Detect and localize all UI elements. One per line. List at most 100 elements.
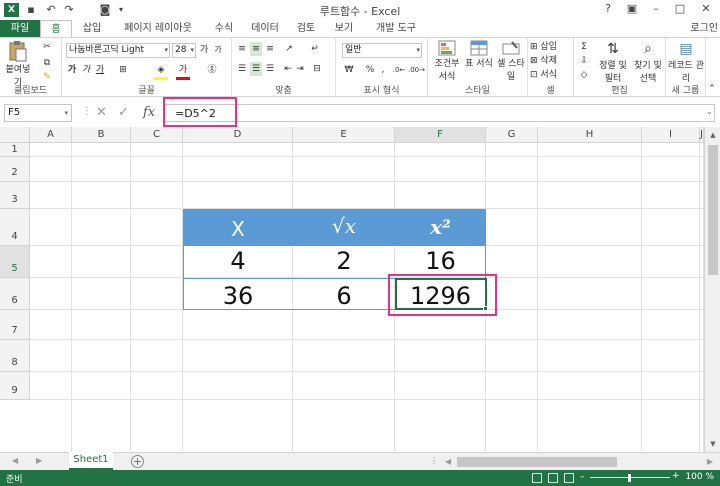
header-x-squared[interactable]: x² [395, 215, 486, 239]
row-header-7[interactable]: 7 [0, 310, 30, 340]
format-as-table-button[interactable]: 표 서식 [464, 40, 494, 69]
prev-sheet-icon[interactable]: ◀ [12, 456, 18, 465]
delete-cells-button[interactable]: ⊠ 삭제 [530, 54, 574, 68]
scroll-left-icon[interactable]: ◀ [445, 457, 451, 466]
cell-styles-button[interactable]: 셀 스타일 [496, 40, 526, 82]
row-header-3[interactable]: 3 [0, 182, 30, 209]
row-header-9[interactable]: 9 [0, 372, 30, 400]
paste-button[interactable]: 붙여넣기 [2, 40, 34, 88]
scroll-down-icon[interactable]: ▼ [705, 440, 720, 448]
cell-d5[interactable]: 36 [183, 282, 293, 310]
maximize-icon[interactable]: □ [668, 1, 692, 17]
format-painter-icon[interactable]: ✎ [40, 70, 54, 84]
vertical-scroll-thumb[interactable] [708, 145, 718, 275]
horizontal-scrollbar[interactable]: ◀ ▶ [443, 456, 715, 468]
autosum-icon[interactable]: Σ [578, 40, 590, 54]
expand-formula-bar-icon[interactable]: ⌄ [706, 107, 713, 116]
insert-function-button[interactable]: fx [143, 105, 155, 120]
decrease-decimal-icon[interactable]: .00→ [408, 63, 425, 77]
column-header-a[interactable]: A [30, 127, 72, 143]
scroll-right-icon[interactable]: ▶ [707, 457, 713, 466]
cell-e4[interactable]: 2 [293, 247, 395, 275]
clear-icon[interactable]: ◇ [578, 68, 590, 82]
enter-icon[interactable]: ✓ [118, 105, 129, 120]
column-header-d[interactable]: D [183, 127, 293, 143]
tab-data[interactable]: 데이터 [242, 20, 288, 38]
column-header-e[interactable]: E [293, 127, 395, 143]
collapse-ribbon-icon[interactable]: ⌃ [706, 82, 718, 96]
page-break-view-icon[interactable] [564, 473, 574, 483]
scroll-up-icon[interactable]: ▲ [705, 131, 720, 139]
horizontal-scroll-thumb[interactable] [457, 457, 617, 467]
comma-button[interactable]: , [378, 63, 388, 77]
font-size-select[interactable]: 28 ▾ [172, 43, 196, 58]
font-name-select[interactable]: 나눔바른고딕 Light ▾ [66, 43, 170, 58]
phonetic-icon[interactable]: ⓖ [206, 63, 218, 77]
find-select-button[interactable]: ⌕ 찾기 및 선택 [632, 40, 664, 84]
name-box[interactable]: F5 ▾ [4, 104, 72, 122]
increase-decimal-icon[interactable]: .0← [392, 63, 406, 77]
align-top-icon[interactable]: ≡ [236, 42, 248, 56]
ribbon-display-icon[interactable]: ▣ [620, 1, 644, 17]
formula-input[interactable] [163, 104, 715, 122]
help-icon[interactable]: ? [596, 1, 620, 17]
sheet-tab-sheet1[interactable]: Sheet1 [69, 452, 113, 470]
border-icon[interactable]: ⊞ [116, 63, 130, 77]
currency-icon[interactable]: ₩ [342, 63, 356, 77]
header-x[interactable]: X [183, 217, 293, 241]
tab-file[interactable]: 파일 [0, 20, 40, 38]
cell-d4[interactable]: 4 [183, 247, 293, 275]
format-cells-button[interactable]: ⊡ 서식 [530, 68, 574, 82]
tab-page-layout[interactable]: 페이지 레이아웃 [110, 20, 206, 38]
align-center-icon[interactable]: ☰ [250, 62, 262, 76]
insert-cells-button[interactable]: ⊞ 삽입 [530, 40, 574, 54]
row-header-2[interactable]: 2 [0, 157, 30, 182]
number-format-select[interactable]: 일반 ▾ [342, 43, 422, 58]
column-header-b[interactable]: B [72, 127, 131, 143]
tab-formulas[interactable]: 수식 [206, 20, 242, 38]
bold-button[interactable]: 가 [66, 63, 78, 77]
normal-view-icon[interactable] [532, 473, 542, 483]
header-sqrt-x[interactable]: √x [293, 214, 395, 238]
decrease-indent-icon[interactable]: ⇤ [282, 62, 294, 76]
add-sheet-icon[interactable]: + [131, 455, 144, 468]
tab-developer[interactable]: 개발 도구 [364, 20, 428, 38]
tab-review[interactable]: 검토 [288, 20, 324, 38]
align-right-icon[interactable]: ☰ [264, 62, 276, 76]
align-bottom-icon[interactable]: ≡ [264, 42, 276, 56]
row-header-8[interactable]: 8 [0, 340, 30, 372]
increase-font-icon[interactable]: 가 [198, 43, 210, 57]
record-manage-button[interactable]: ▤ 레코드 관리 [668, 40, 704, 84]
fill-color-icon[interactable]: ◈ [154, 63, 168, 80]
italic-button[interactable]: 가 [80, 63, 92, 77]
tab-home[interactable]: 홈 [40, 20, 72, 38]
sort-filter-button[interactable]: ⇅ 정렬 및 필터 [598, 40, 628, 84]
column-header-h[interactable]: H [538, 127, 642, 143]
percent-button[interactable]: % [364, 63, 376, 77]
column-header-g[interactable]: G [486, 127, 538, 143]
row-header-6[interactable]: 6 [0, 278, 30, 310]
zoom-out-icon[interactable]: – [580, 472, 585, 482]
row-header-5[interactable]: 5 [0, 246, 30, 278]
font-color-icon[interactable]: 가 [176, 63, 190, 80]
tab-view[interactable]: 보기 [324, 20, 364, 38]
tab-splitter-icon[interactable]: ⋮ [430, 456, 438, 465]
cell-e5[interactable]: 6 [293, 282, 395, 310]
wrap-text-icon[interactable]: ↵ [308, 42, 322, 56]
orientation-icon[interactable]: ↗ [282, 42, 296, 56]
underline-button[interactable]: 가 [94, 63, 106, 77]
cancel-icon[interactable]: ✕ [96, 105, 107, 120]
fill-icon[interactable]: ⇩ [578, 54, 590, 68]
cell-f4[interactable]: 16 [395, 247, 486, 275]
select-all-corner[interactable] [0, 127, 30, 143]
formula-bar-splitter-icon[interactable]: ⋮ [82, 106, 92, 117]
align-left-icon[interactable]: ☰ [236, 62, 248, 76]
minimize-icon[interactable]: – [644, 1, 668, 17]
vertical-scrollbar[interactable]: ▲ ▼ [704, 127, 720, 452]
column-header-f[interactable]: F [395, 127, 486, 143]
tab-insert[interactable]: 삽입 [74, 20, 110, 38]
column-header-i[interactable]: I [642, 127, 700, 143]
page-layout-view-icon[interactable] [548, 473, 558, 483]
increase-indent-icon[interactable]: ⇥ [294, 62, 306, 76]
worksheet-grid[interactable]: ABCDEFGHIJ 123456789 X √x x² 4 2 16 36 6… [0, 127, 704, 452]
